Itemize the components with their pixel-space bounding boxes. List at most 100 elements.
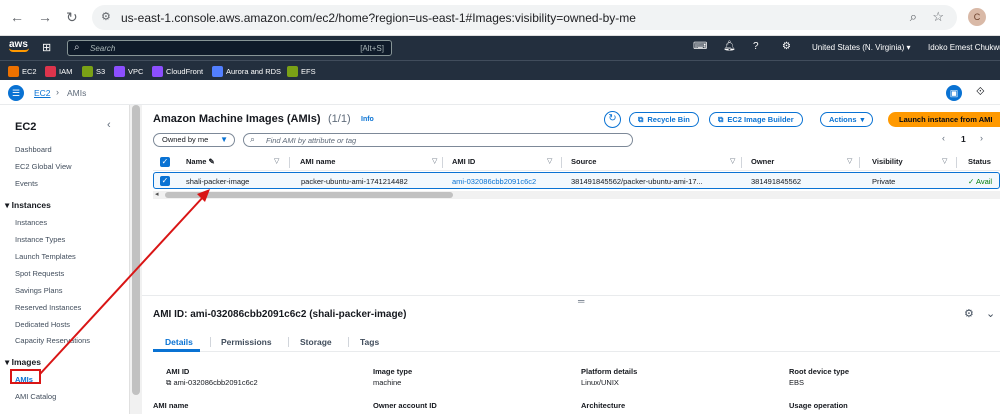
aws-search-input[interactable]: ⌕ Search [Alt+S] (67, 40, 392, 56)
image-builder-button[interactable]: ⧉ EC2 Image Builder (709, 112, 803, 127)
aws-top-nav: aws ⊞ ⌕ Search [Alt+S] ⌨ 🔔︎ ? ⚙ United S… (0, 36, 1000, 60)
column-divider (741, 157, 742, 168)
region-selector[interactable]: United States (N. Virginia) ▾ (812, 43, 911, 52)
cell-status: ✓ Avail (968, 177, 992, 186)
actions-button[interactable]: Actions ▾ (820, 112, 874, 127)
sidebar-scrollbar[interactable] (129, 105, 142, 414)
tab-permissions[interactable]: Permissions (221, 337, 272, 347)
column-header-ami-id[interactable]: AMI ID (452, 157, 475, 166)
sidebar-section-instances[interactable]: ▾ Instances (5, 200, 51, 211)
scrollbar-thumb[interactable] (132, 105, 140, 395)
cell-source: 381491845562/packer-ubuntu-ami-17... (571, 177, 703, 186)
preferences-gear-icon[interactable]: ⚙ (964, 307, 974, 320)
column-header-name[interactable]: Name ✎ (186, 157, 215, 166)
collapse-chevron-icon[interactable]: ⌄ (986, 307, 995, 320)
column-header-source[interactable]: Source (571, 157, 596, 166)
favorite-iam[interactable]: IAM (45, 65, 72, 77)
sidebar-item-spot-requests[interactable]: Spot Requests (15, 269, 64, 278)
sidebar-item-reserved-instances[interactable]: Reserved Instances (15, 303, 81, 312)
site-info-icon[interactable]: ⚙ (101, 10, 111, 23)
reload-icon[interactable]: ↻ (66, 9, 78, 26)
services-grid-icon[interactable]: ⊞ (42, 41, 51, 54)
current-page[interactable]: 1 (961, 134, 966, 144)
search-icon: ⌕ (250, 134, 256, 144)
settings-gear-icon[interactable]: ⚙ (782, 41, 791, 52)
sidebar-item-dashboard[interactable]: Dashboard (15, 145, 52, 154)
favorite-ec2[interactable]: EC2 (8, 65, 37, 77)
tab-tags[interactable]: Tags (360, 337, 379, 347)
column-header-status[interactable]: Status (968, 157, 991, 166)
favorite-cloudfront[interactable]: CloudFront (152, 65, 203, 77)
column-header-owner[interactable]: Owner (751, 157, 774, 166)
favorite-label: VPC (128, 66, 144, 76)
address-bar[interactable]: ⚙ us-east-1.console.aws.amazon.com/ec2/h… (92, 5, 957, 30)
external-link-icon: ⧉ (718, 114, 724, 124)
zoom-icon[interactable]: ⌕ (910, 9, 917, 25)
owner-filter-value: Owned by me (162, 135, 209, 144)
sidebar-item-instances[interactable]: Instances (15, 218, 47, 227)
recycle-bin-button[interactable]: ⧉ Recycle Bin (629, 112, 699, 127)
menu-hamburger-icon[interactable]: ☰ (8, 85, 24, 101)
aws-logo[interactable]: aws (9, 39, 33, 52)
sidebar-item-launch-templates[interactable]: Launch Templates (15, 252, 76, 261)
table-row[interactable]: ✓ shali-packer-image packer-ubuntu-ami-1… (153, 172, 1000, 189)
detail-title: AMI ID: ami-032086cbb2091c6c2 (shali-pac… (153, 309, 407, 320)
check-circle-icon: ✓ (968, 177, 975, 186)
breadcrumb-ec2[interactable]: EC2 (34, 88, 51, 98)
aws-logo-text: aws (9, 39, 28, 50)
launch-instance-button[interactable]: Launch instance from AMI (888, 112, 1000, 127)
horizontal-scrollbar[interactable]: ◂ (153, 191, 1000, 199)
sidebar-item-instance-types[interactable]: Instance Types (15, 235, 65, 244)
field-label-architecture: Architecture (581, 401, 626, 410)
iam-service-icon (45, 65, 56, 77)
column-header-visibility[interactable]: Visibility (872, 157, 903, 166)
tab-storage[interactable]: Storage (300, 337, 332, 347)
bookmark-star-icon[interactable]: ☆ (932, 9, 944, 25)
tab-details[interactable]: Details (165, 337, 193, 347)
scroll-left-icon[interactable]: ◂ (155, 190, 159, 198)
row-checkbox[interactable]: ✓ (160, 176, 170, 186)
column-header-ami-name[interactable]: AMI name (300, 157, 335, 166)
breadcrumb-separator: › (56, 87, 59, 97)
panel-toggle-icon[interactable]: ▣ (946, 85, 962, 101)
cloudshell-icon[interactable]: ⌨ (693, 41, 707, 52)
sidebar-item-events[interactable]: Events (15, 179, 38, 188)
next-page-icon[interactable]: › (980, 133, 983, 143)
refresh-icon[interactable]: ↻ (604, 111, 621, 128)
caret-down-icon: ▼ (220, 135, 228, 144)
notifications-bell-icon[interactable]: 🔔︎ (723, 41, 736, 52)
scrollbar-thumb[interactable] (165, 192, 453, 198)
search-shortcut: [Alt+S] (360, 44, 384, 53)
back-icon[interactable]: ← (10, 9, 24, 25)
favorite-vpc[interactable]: VPC (114, 65, 143, 77)
favorite-label: CloudFront (166, 66, 204, 76)
sidebar-item-savings-plans[interactable]: Savings Plans (15, 286, 63, 295)
forward-icon[interactable]: → (38, 9, 52, 25)
favorite-efs[interactable]: EFS (287, 65, 316, 77)
profile-avatar[interactable]: C (968, 8, 986, 26)
feedback-icon[interactable]: ⟐ (976, 86, 985, 99)
prev-page-icon[interactable]: ‹ (942, 133, 945, 143)
column-divider (956, 157, 957, 168)
help-icon[interactable]: ? (753, 41, 759, 52)
close-sidebar-icon[interactable]: ‹ (107, 119, 111, 131)
owner-filter-select[interactable]: Owned by me ▼ (153, 133, 235, 147)
sidebar-item-dedicated-hosts[interactable]: Dedicated Hosts (15, 320, 70, 329)
cell-ami-id-link[interactable]: ami-032086cbb2091c6c2 (452, 177, 536, 186)
select-all-checkbox[interactable]: ✓ (160, 157, 170, 167)
info-link[interactable]: Info (361, 116, 374, 123)
ami-filter-input[interactable]: ⌕ Find AMI by attribute or tag (243, 133, 633, 147)
s3-service-icon (82, 65, 93, 77)
field-label-ami-id: AMI ID (166, 367, 190, 376)
favorite-label: Aurora and RDS (226, 66, 282, 76)
sidebar-section-images[interactable]: ▾ Images (5, 357, 41, 368)
copy-icon[interactable]: ⧉ (166, 378, 171, 387)
account-menu[interactable]: Idoko Emest Chukwud (928, 43, 1000, 52)
sidebar-item-global-view[interactable]: EC2 Global View (15, 162, 72, 171)
caret-down-icon: ▾ (860, 115, 865, 124)
sidebar-item-capacity-reservations[interactable]: Capacity Reservations (15, 336, 90, 345)
favorite-s3[interactable]: S3 (82, 65, 105, 77)
sidebar-item-ami-catalog[interactable]: AMI Catalog (15, 392, 56, 401)
favorite-aurora-rds[interactable]: Aurora and RDS (212, 65, 281, 77)
external-link-icon: ⧉ (638, 114, 644, 124)
